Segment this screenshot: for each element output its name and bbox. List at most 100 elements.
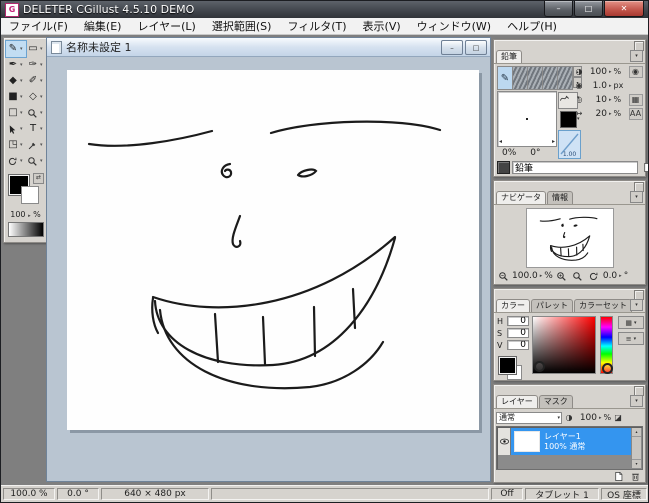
menu-filter[interactable]: フィルタ(T) bbox=[279, 18, 354, 34]
pen-size-value[interactable]: 1.0 bbox=[586, 81, 607, 91]
pen-softness-value[interactable]: 10 bbox=[586, 95, 607, 105]
pressure-gamma-cell[interactable]: 1.00 bbox=[558, 130, 581, 159]
navigator-zoom-spinner[interactable]: ▸ bbox=[540, 273, 543, 279]
preview-left-arrow[interactable]: ◂ bbox=[499, 138, 502, 145]
select-tool[interactable]: □▾ bbox=[6, 105, 26, 121]
antialias-icon[interactable]: AA bbox=[629, 108, 643, 120]
marker-tool[interactable]: ✐▾ bbox=[26, 73, 46, 89]
tool-opacity-value[interactable]: 100 ▸ % bbox=[6, 210, 45, 219]
tool-variant-arrow[interactable]: ▾ bbox=[20, 126, 23, 132]
document-maximize-button[interactable]: □ bbox=[465, 40, 487, 55]
navigator-zoom-value[interactable]: 100.0 bbox=[512, 271, 538, 281]
tool-variant-arrow[interactable]: ▾ bbox=[40, 78, 43, 84]
eyedropper-tool[interactable]: ▾ bbox=[26, 137, 46, 153]
zoom-in-button[interactable] bbox=[555, 270, 569, 283]
tool-variant-arrow[interactable]: ▾ bbox=[40, 158, 43, 164]
menu-window[interactable]: ウィンドウ(W) bbox=[409, 18, 499, 34]
tab-mask[interactable]: マスク bbox=[539, 395, 573, 408]
document-minimize-button[interactable]: – bbox=[441, 40, 463, 55]
edge-softness-icon[interactable]: ◉ bbox=[629, 66, 643, 78]
hue-input[interactable] bbox=[507, 316, 529, 326]
tool-variant-arrow[interactable]: ▾ bbox=[40, 126, 43, 132]
blend-mode-select[interactable]: 通常 ▾ bbox=[496, 412, 562, 424]
ink-tool[interactable]: ◆▾ bbox=[6, 73, 26, 89]
tool-variant-arrow[interactable]: ▾ bbox=[20, 94, 23, 100]
tab-navigator[interactable]: ナビゲータ bbox=[496, 191, 546, 204]
zoom-out-button[interactable] bbox=[496, 270, 510, 283]
value-input[interactable] bbox=[507, 340, 529, 350]
tool-opacity-spinner[interactable]: ▸ bbox=[28, 213, 31, 219]
tool-variant-arrow[interactable]: ▾ bbox=[40, 46, 43, 52]
zoom-fit-button[interactable] bbox=[571, 270, 585, 283]
zoom-tool[interactable]: ▾ bbox=[26, 153, 46, 169]
menu-help[interactable]: ヘルプ(H) bbox=[499, 18, 565, 34]
background-color-swatch[interactable] bbox=[21, 186, 39, 204]
tool-variant-arrow[interactable]: ▾ bbox=[20, 158, 23, 164]
layer-scrollbar[interactable]: ▴ ▾ bbox=[631, 428, 641, 468]
saturation-input[interactable] bbox=[507, 328, 529, 338]
color-menu-arrow[interactable]: ▾ bbox=[630, 299, 643, 311]
hue-bar[interactable] bbox=[600, 316, 613, 374]
new-pen-button[interactable] bbox=[640, 161, 649, 174]
pen-taper-value[interactable]: 20 bbox=[586, 109, 607, 119]
tab-palette[interactable]: パレット bbox=[531, 299, 573, 312]
pen-tool[interactable]: ✒▾ bbox=[6, 57, 26, 73]
tool-variant-arrow[interactable]: ▾ bbox=[40, 62, 43, 68]
layer-opacity-value[interactable]: 100 bbox=[576, 413, 597, 423]
brush-preset-pencil[interactable]: ✎ bbox=[497, 66, 513, 90]
delete-layer-button[interactable] bbox=[628, 470, 642, 483]
pen-rotation-value[interactable]: 0° bbox=[530, 148, 540, 158]
swap-colors-button[interactable]: ⇄ bbox=[33, 173, 44, 184]
gradient-strip[interactable]: ▾ bbox=[8, 222, 44, 237]
scroll-up-arrow[interactable]: ▴ bbox=[632, 428, 641, 437]
pen-softness-spinner[interactable]: ▸ bbox=[609, 97, 612, 103]
layer-opacity-spinner[interactable]: ▸ bbox=[599, 415, 602, 421]
layer-row[interactable]: レイヤー1 100% 通常 bbox=[498, 428, 632, 455]
layer-visibility-toggle[interactable] bbox=[498, 428, 511, 455]
brush-tip-preview[interactable]: ◂ ▸ bbox=[497, 91, 557, 147]
scroll-down-arrow[interactable]: ▾ bbox=[632, 459, 641, 468]
pen-taper-spinner[interactable]: ▸ bbox=[609, 111, 612, 117]
sv-cursor[interactable] bbox=[534, 361, 545, 372]
brush-preset[interactable] bbox=[557, 66, 573, 90]
rotate-view-button[interactable] bbox=[587, 270, 601, 283]
tool-variant-arrow[interactable]: ▾ bbox=[20, 110, 23, 116]
tab-info[interactable]: 情報 bbox=[547, 191, 573, 204]
navigator-angle-value[interactable]: 0.0 bbox=[603, 271, 617, 281]
tool-variant-arrow[interactable]: ▾ bbox=[40, 94, 43, 100]
layers-menu-arrow[interactable]: ▾ bbox=[630, 395, 643, 407]
tab-layers[interactable]: レイヤー bbox=[496, 395, 538, 408]
pen-color-arrow[interactable]: ▾ bbox=[577, 116, 580, 122]
pen-size-spinner[interactable]: ▸ bbox=[609, 83, 612, 89]
menu-layer[interactable]: レイヤー(L) bbox=[129, 18, 203, 34]
pressure-curve-button[interactable] bbox=[558, 92, 578, 109]
navigator-angle-spinner[interactable]: ▸ bbox=[619, 273, 622, 279]
maximize-button[interactable]: □ bbox=[574, 1, 603, 17]
pen-spacing-value[interactable]: 0% bbox=[502, 148, 516, 158]
pencil-tool[interactable]: ✎▾ bbox=[6, 41, 26, 57]
navigator-thumbnail[interactable] bbox=[526, 208, 614, 268]
tool-variant-arrow[interactable]: ▾ bbox=[20, 62, 23, 68]
pen-color-swatch[interactable] bbox=[560, 111, 577, 128]
pressure-curve-arrow[interactable]: ▾ bbox=[577, 95, 580, 101]
pen-opacity-value[interactable]: 100 bbox=[586, 67, 607, 77]
document-title-bar[interactable]: 名称未設定 1 – □ bbox=[47, 38, 490, 57]
tab-colorset[interactable]: カラーセット bbox=[574, 299, 632, 312]
tab-color[interactable]: カラー bbox=[496, 299, 530, 312]
rotate-canvas-tool[interactable]: ▾ bbox=[6, 153, 26, 169]
scatter-icon[interactable]: ▦ bbox=[629, 94, 643, 106]
color-foreground-swatch[interactable] bbox=[499, 357, 516, 374]
brush-preset[interactable] bbox=[512, 66, 528, 90]
magnifier-tool[interactable]: ▾ bbox=[26, 105, 46, 121]
tool-variant-arrow[interactable]: ▾ bbox=[20, 78, 23, 84]
color-list-button[interactable]: ≡ ▾ bbox=[618, 332, 644, 345]
transform-tool[interactable]: ◳▾ bbox=[6, 137, 26, 153]
pen-panel-menu-arrow[interactable]: ▾ bbox=[630, 50, 643, 62]
brush-preset[interactable] bbox=[542, 66, 558, 90]
pen-name-input[interactable] bbox=[512, 161, 638, 174]
menu-view[interactable]: 表示(V) bbox=[355, 18, 409, 34]
eraser-tool[interactable]: ▭▾ bbox=[26, 41, 46, 57]
navigator-menu-arrow[interactable]: ▾ bbox=[630, 191, 643, 203]
brush-preset[interactable] bbox=[527, 66, 543, 90]
shape-tool[interactable]: ◇▾ bbox=[26, 89, 46, 105]
